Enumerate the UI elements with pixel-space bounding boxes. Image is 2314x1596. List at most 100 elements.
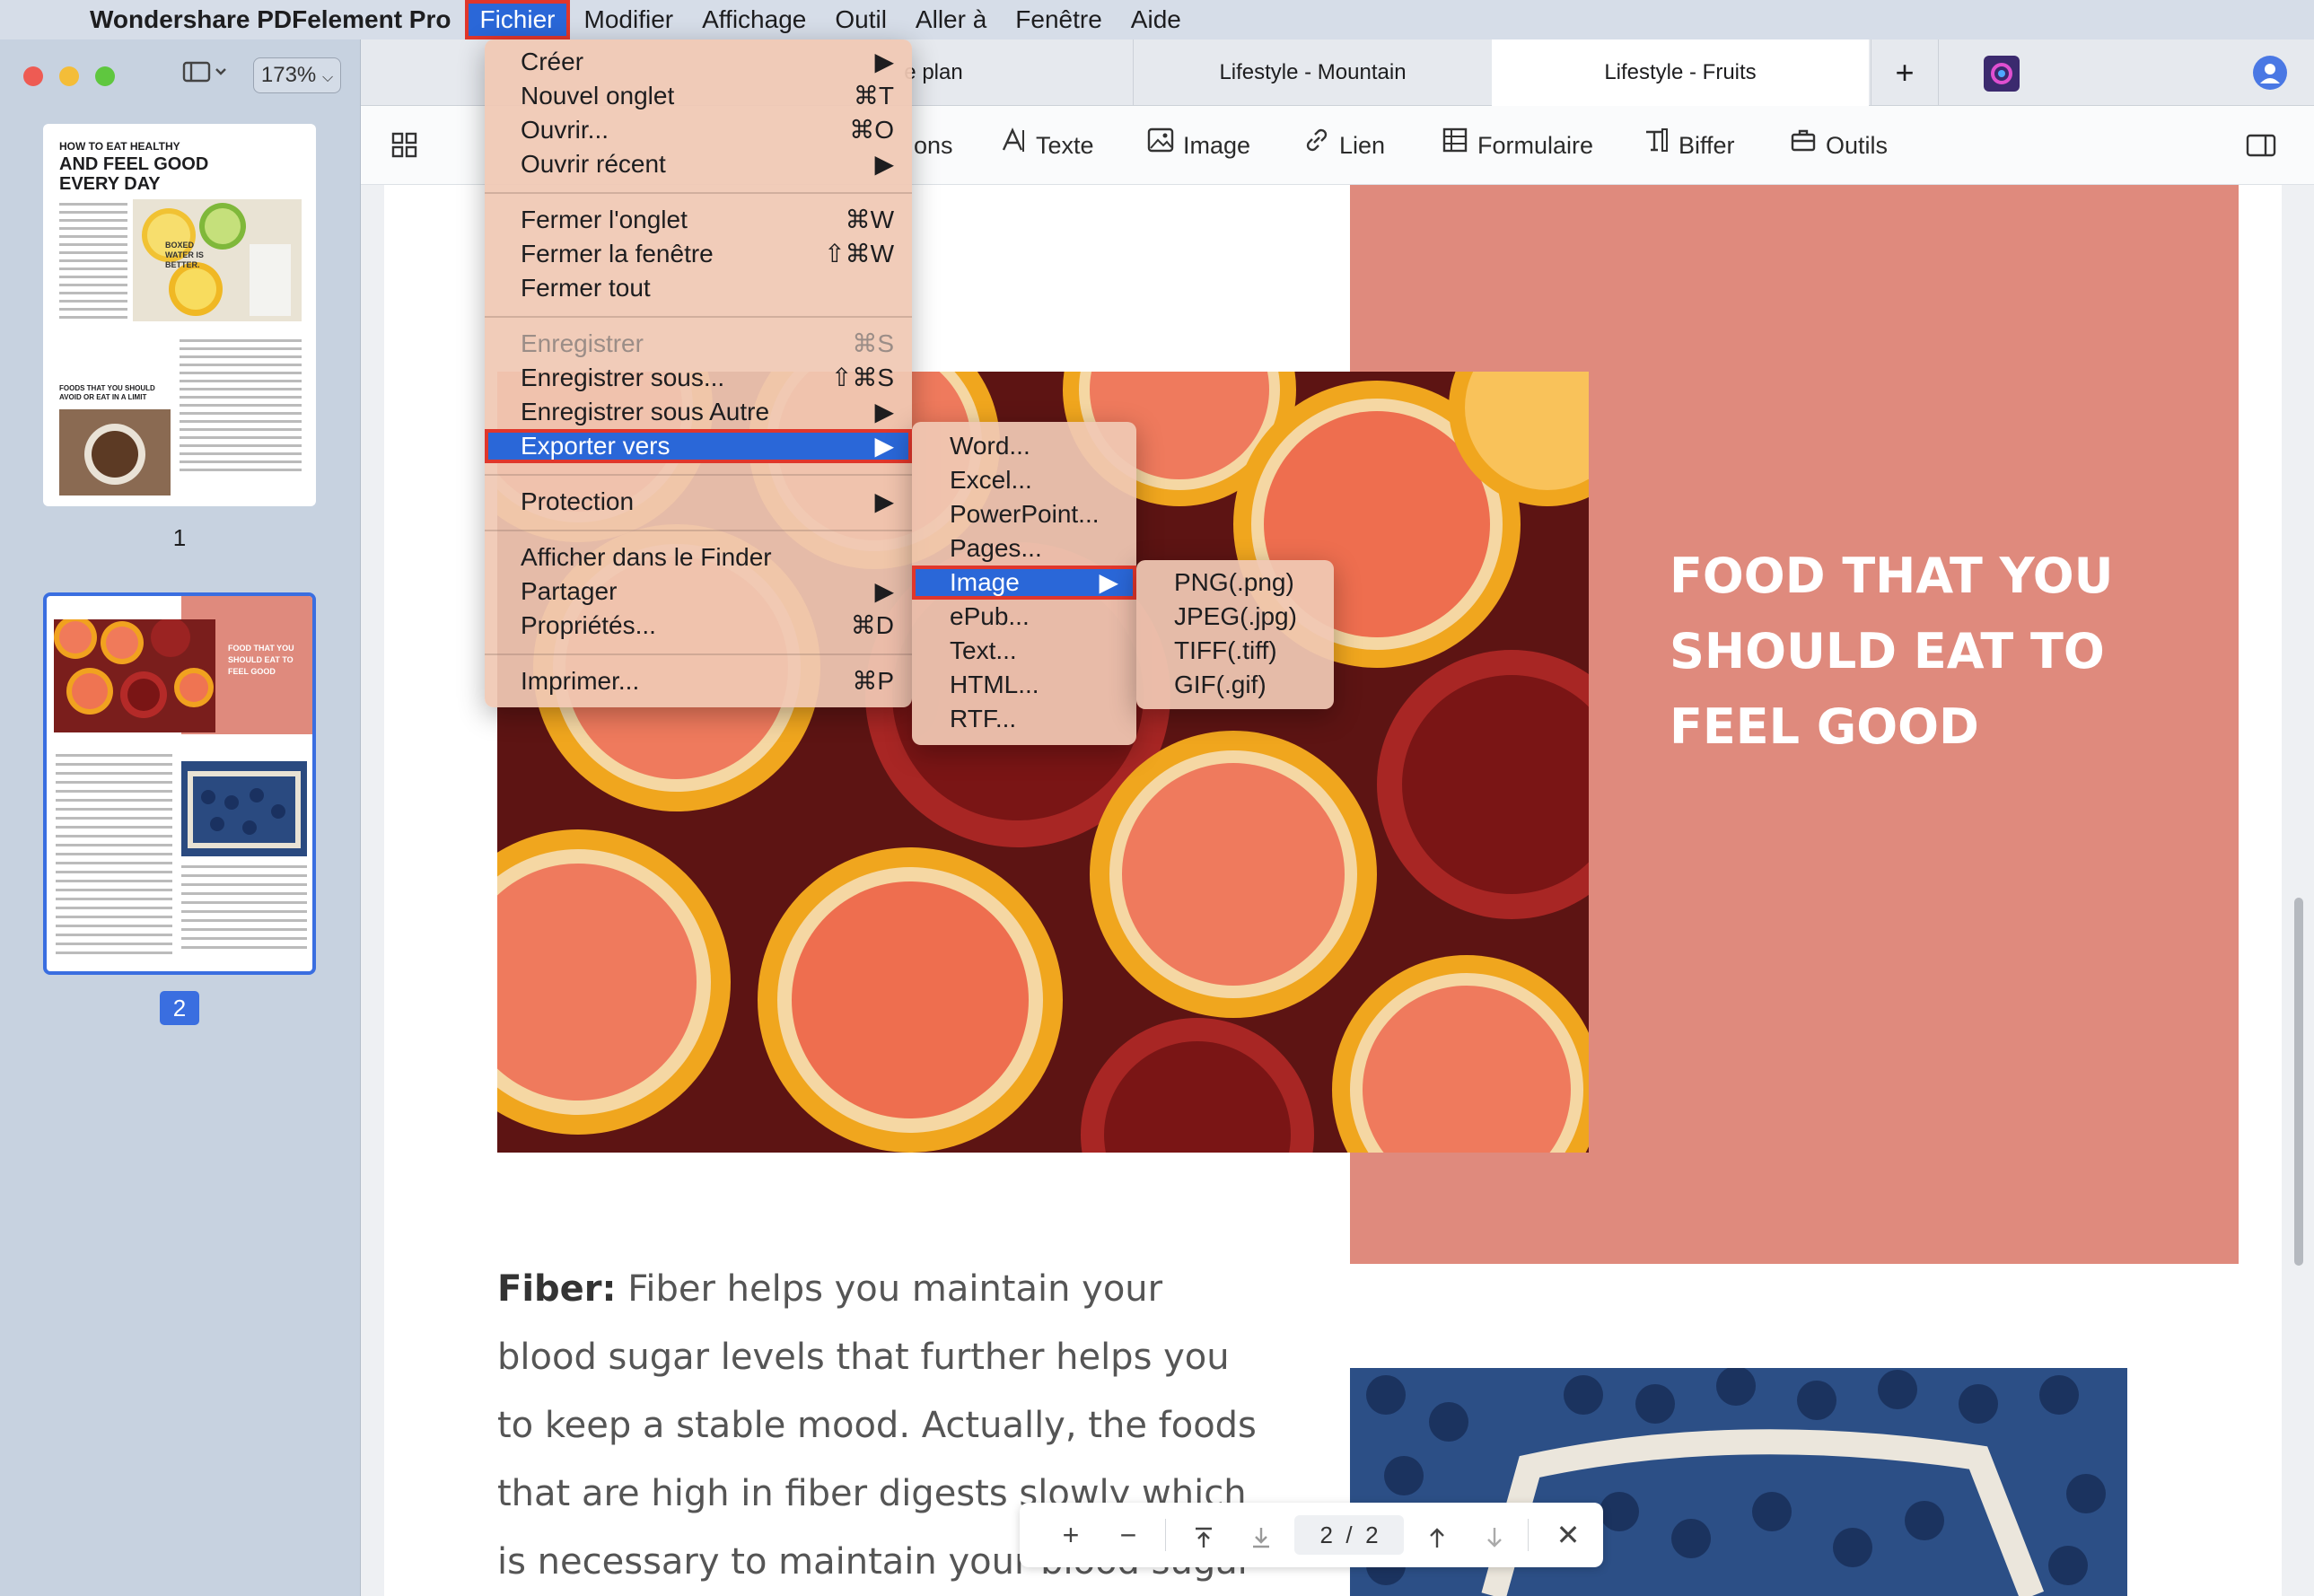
export-epub[interactable]: ePub... <box>912 600 1136 634</box>
menu-modifier[interactable]: Modifier <box>570 0 688 39</box>
grid-view-icon[interactable] <box>391 106 418 185</box>
tool-formulaire-label: Formulaire <box>1477 132 1594 159</box>
page-thumbnail-1[interactable]: HOW TO EAT HEALTHY AND FEEL GOOD EVERY D… <box>43 124 316 506</box>
sidebar-toggle-icon[interactable] <box>176 57 233 93</box>
export-word[interactable]: Word... <box>912 429 1136 463</box>
tool-outils[interactable]: Outils <box>1790 106 1888 185</box>
zoom-out-icon[interactable]: − <box>1106 1503 1151 1567</box>
page-label-1: 1 <box>172 524 187 551</box>
export-rtf[interactable]: RTF... <box>912 702 1136 736</box>
thumb1-lemon-image <box>133 199 302 321</box>
zoom-select[interactable]: 173% ⌵ <box>253 57 341 93</box>
new-tab-plus-icon[interactable]: + <box>1871 39 1939 106</box>
menu-item-afficher-finder[interactable]: Afficher dans le Finder <box>485 540 912 574</box>
tool-annotations-partial[interactable]: ons <box>914 106 953 185</box>
image-format-gif[interactable]: GIF(.gif) <box>1136 668 1334 702</box>
menu-aide[interactable]: Aide <box>1117 0 1196 39</box>
menu-aller-a[interactable]: Aller à <box>901 0 1001 39</box>
export-powerpoint[interactable]: PowerPoint... <box>912 497 1136 531</box>
image-format-jpeg[interactable]: JPEG(.jpg) <box>1136 600 1334 634</box>
menu-item-protection[interactable]: Protection ▶ <box>485 485 912 519</box>
close-window-button[interactable] <box>23 66 43 86</box>
menu-item-fermer-onglet[interactable]: Fermer l'onglet ⌘W <box>485 203 912 237</box>
export-pages[interactable]: Pages... <box>912 531 1136 566</box>
page-indicator[interactable]: 2 / 2 <box>1294 1515 1404 1555</box>
menu-item-partager[interactable]: Partager ▶ <box>485 574 912 609</box>
menu-item-imprimer[interactable]: Imprimer... ⌘P <box>485 664 912 698</box>
menu-item-fermer-fenetre[interactable]: Fermer la fenêtre ⇧⌘W <box>485 237 912 271</box>
image-tool-icon <box>1147 106 1174 185</box>
menu-item-fermer-tout[interactable]: Fermer tout <box>485 271 912 305</box>
app-logo-icon[interactable] <box>1984 56 2020 92</box>
tool-lien[interactable]: Lien <box>1303 106 1385 185</box>
text-tool-icon <box>1000 106 1027 185</box>
current-page: 2 <box>1319 1521 1333 1548</box>
menu-bar: Wondershare PDFelement Pro Fichier Modif… <box>0 0 2314 39</box>
image-format-submenu: PNG(.png) JPEG(.jpg) TIFF(.tiff) GIF(.gi… <box>1136 560 1334 709</box>
export-html[interactable]: HTML... <box>912 668 1136 702</box>
previous-page-icon[interactable] <box>1415 1503 1459 1567</box>
zoom-window-button[interactable] <box>95 66 115 86</box>
total-pages: 2 <box>1365 1521 1379 1548</box>
page-label-2: 2 <box>160 991 199 1025</box>
thumb1-text-lines <box>59 203 127 324</box>
menu-outil[interactable]: Outil <box>820 0 901 39</box>
export-text[interactable]: Text... <box>912 634 1136 668</box>
tool-texte-label: Texte <box>1036 132 1094 159</box>
account-icon[interactable] <box>2253 56 2287 90</box>
menu-item-proprietes[interactable]: Propriétés... ⌘D <box>485 609 912 643</box>
tool-texte[interactable]: Texte <box>1000 106 1094 185</box>
vertical-scrollbar[interactable] <box>2294 898 2303 1266</box>
thumb1-boxed-text: BOXED WATER IS BETTER. <box>165 241 204 269</box>
menu-fichier[interactable]: Fichier <box>465 0 570 39</box>
page-thumbnail-2[interactable]: FOOD THAT YOU SHOULD EAT TO FEEL GOOD <box>43 592 316 975</box>
page-separator: / <box>1345 1521 1353 1548</box>
zoom-in-icon[interactable]: + <box>1048 1503 1093 1567</box>
thumb1-bullet-lines <box>180 339 302 477</box>
nav-separator-2 <box>1528 1519 1529 1551</box>
tool-biffer-label: Biffer <box>1679 132 1735 159</box>
sidebar: 173% ⌵ HOW TO EAT HEALTHY AND FEEL GOOD … <box>0 39 361 1596</box>
thumb1-coffee-image <box>59 409 171 495</box>
body-bold-label: Fiber: <box>497 1268 617 1310</box>
last-page-icon[interactable] <box>1239 1503 1284 1567</box>
export-image[interactable]: Image ▶ <box>912 566 1136 600</box>
tab-lifestyle-fruits[interactable]: Lifestyle - Fruits <box>1492 39 1869 106</box>
tool-formulaire[interactable]: Formulaire <box>1442 106 1593 185</box>
menu-item-ouvrir[interactable]: Ouvrir... ⌘O <box>485 113 912 147</box>
thumb2-text-lines-right <box>181 865 307 955</box>
tab-lifestyle-mountain[interactable]: Lifestyle - Mountain <box>1133 39 1492 106</box>
thumb2-pink-title: FOOD THAT YOU SHOULD EAT TO FEEL GOOD <box>228 644 294 676</box>
menu-item-enregistrer-sous-autre[interactable]: Enregistrer sous Autre ▶ <box>485 395 912 429</box>
minimize-window-button[interactable] <box>59 66 79 86</box>
thumb1-subhead: FOODS THAT YOU SHOULD AVOID OR EAT IN A … <box>59 384 155 401</box>
menu-item-creer[interactable]: Créer ▶ <box>485 45 912 79</box>
right-panel-toggle-icon[interactable] <box>2246 106 2276 185</box>
menu-item-enregistrer-sous[interactable]: Enregistrer sous... ⇧⌘S <box>485 361 912 395</box>
tool-outils-label: Outils <box>1826 132 1889 159</box>
app-name-menu[interactable]: Wondershare PDFelement Pro <box>90 5 451 34</box>
menu-item-nouvel-onglet[interactable]: Nouvel onglet ⌘T <box>485 79 912 113</box>
menu-separator <box>485 316 912 318</box>
first-page-icon[interactable] <box>1181 1503 1226 1567</box>
close-nav-icon[interactable]: ✕ <box>1546 1503 1591 1567</box>
tool-biffer[interactable]: Biffer <box>1643 106 1735 185</box>
menu-item-enregistrer: Enregistrer ⌘S <box>521 329 894 357</box>
menu-item-ouvrir-recent[interactable]: Ouvrir récent ▶ <box>485 147 912 181</box>
menu-fenetre[interactable]: Fenêtre <box>1001 0 1117 39</box>
export-excel[interactable]: Excel... <box>912 463 1136 497</box>
toolbox-icon <box>1790 106 1817 185</box>
menu-item-exporter-vers[interactable]: Exporter vers ▶ <box>485 429 912 463</box>
export-submenu: Word... Excel... PowerPoint... Pages... … <box>912 422 1136 745</box>
next-page-icon[interactable] <box>1472 1503 1517 1567</box>
form-icon <box>1442 106 1468 185</box>
image-format-png[interactable]: PNG(.png) <box>1136 566 1334 600</box>
redact-icon <box>1643 106 1670 185</box>
link-icon <box>1303 106 1330 185</box>
menu-affichage[interactable]: Affichage <box>688 0 820 39</box>
tool-image[interactable]: Image <box>1147 106 1250 185</box>
menu-separator <box>485 192 912 194</box>
thumb2-fruit-image <box>54 619 215 732</box>
zoom-value: 173% <box>260 63 317 87</box>
image-format-tiff[interactable]: TIFF(.tiff) <box>1136 634 1334 668</box>
